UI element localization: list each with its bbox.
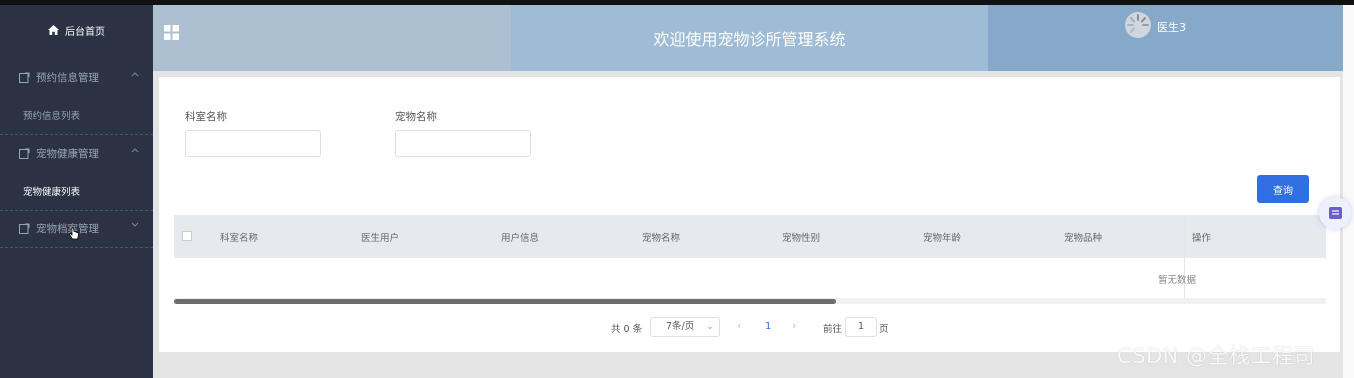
dept-name-label: 科室名称 — [185, 111, 227, 123]
goto-page-input[interactable]: 1 — [845, 317, 877, 337]
edit-icon — [19, 72, 30, 83]
prev-page-button[interactable]: ‹ — [737, 319, 741, 332]
menu-head-label: 宠物健康管理 — [36, 147, 99, 160]
col-doctor-user: 医生用户 — [361, 233, 400, 244]
horizontal-scrollbar[interactable] — [174, 299, 836, 304]
sidebar-home-label: 后台首页 — [65, 26, 105, 38]
col-pet-breed: 宠物品种 — [1064, 233, 1103, 244]
page-size-value: 7条/页 — [666, 321, 695, 332]
home-icon — [48, 25, 59, 35]
empty-text: 暂无数据 — [1158, 275, 1197, 286]
sidebar-item-appointment-list[interactable]: 预约信息列表 — [0, 96, 153, 134]
hand-cursor-icon — [69, 227, 79, 240]
pagination-total: 共 0 条 — [611, 324, 643, 335]
col-pet-gender: 宠物性别 — [782, 233, 821, 244]
avatar[interactable] — [1125, 12, 1151, 38]
page-suffix: 页 — [879, 324, 889, 335]
right-strip — [1343, 5, 1354, 378]
chevron-up-icon — [131, 72, 139, 77]
col-dept-name: 科室名称 — [220, 233, 259, 244]
edit-icon — [19, 148, 30, 159]
watermark: CSDN @全栈工程司 — [1117, 344, 1316, 368]
sidebar: 后台首页 预约信息管理 预约信息列表 宠物健康管理 宠物健康列表 宠物档案管理 — [0, 5, 153, 378]
menu-group-appointment: 预约信息管理 预约信息列表 — [0, 58, 153, 135]
col-pet-name: 宠物名称 — [642, 233, 681, 244]
col-actions: 操作 — [1192, 233, 1212, 244]
menu-head-health[interactable]: 宠物健康管理 — [0, 134, 153, 172]
header-right: 医生3 — [988, 5, 1343, 71]
grid-icon[interactable] — [164, 25, 179, 40]
chevron-down-icon: ⌄ — [706, 321, 714, 332]
menu-head-label: 预约信息管理 — [36, 71, 99, 84]
header: 欢迎使用宠物诊所管理系统 医生3 — [153, 5, 1343, 71]
header-left — [153, 5, 511, 71]
page-size-select[interactable]: 7条/页 ⌄ — [650, 317, 720, 337]
goto-label: 前往 — [823, 324, 843, 335]
menu-group-health: 宠物健康管理 宠物健康列表 — [0, 134, 153, 211]
user-name[interactable]: 医生3 — [1157, 19, 1186, 35]
main-card: 科室名称 宠物名称 查询 科室名称 医生用户 用户信息 宠物名称 宠物性别 宠物… — [159, 77, 1340, 352]
header-center: 欢迎使用宠物诊所管理系统 — [511, 5, 988, 71]
menu-head-label: 宠物档案管理 — [36, 222, 99, 235]
sidebar-item-health-list[interactable]: 宠物健康列表 — [0, 172, 153, 210]
page-number-current[interactable]: 1 — [765, 321, 771, 332]
table-divider — [174, 257, 1326, 258]
next-page-button[interactable]: › — [792, 319, 796, 332]
note-icon — [1329, 207, 1342, 219]
table-header: 科室名称 医生用户 用户信息 宠物名称 宠物性别 宠物年龄 宠物品种 操作 — [174, 215, 1326, 257]
loading-icon — [1127, 14, 1149, 33]
dept-name-input[interactable] — [185, 130, 321, 157]
sidebar-home[interactable]: 后台首页 — [0, 17, 153, 43]
pet-name-label: 宠物名称 — [395, 111, 437, 123]
floating-assistant-button[interactable] — [1319, 197, 1351, 229]
menu-head-appointment[interactable]: 预约信息管理 — [0, 58, 153, 96]
col-user-info: 用户信息 — [501, 233, 540, 244]
page-title: 欢迎使用宠物诊所管理系统 — [653, 30, 846, 49]
top-strip — [0, 0, 1354, 5]
chevron-down-icon — [131, 222, 139, 227]
pet-name-input[interactable] — [395, 130, 531, 157]
edit-icon — [19, 223, 30, 234]
chevron-up-icon — [131, 148, 139, 153]
select-all-checkbox[interactable] — [182, 231, 192, 241]
actions-column-divider — [1184, 215, 1185, 303]
col-pet-age: 宠物年龄 — [923, 233, 962, 244]
query-button[interactable]: 查询 — [1257, 175, 1309, 203]
